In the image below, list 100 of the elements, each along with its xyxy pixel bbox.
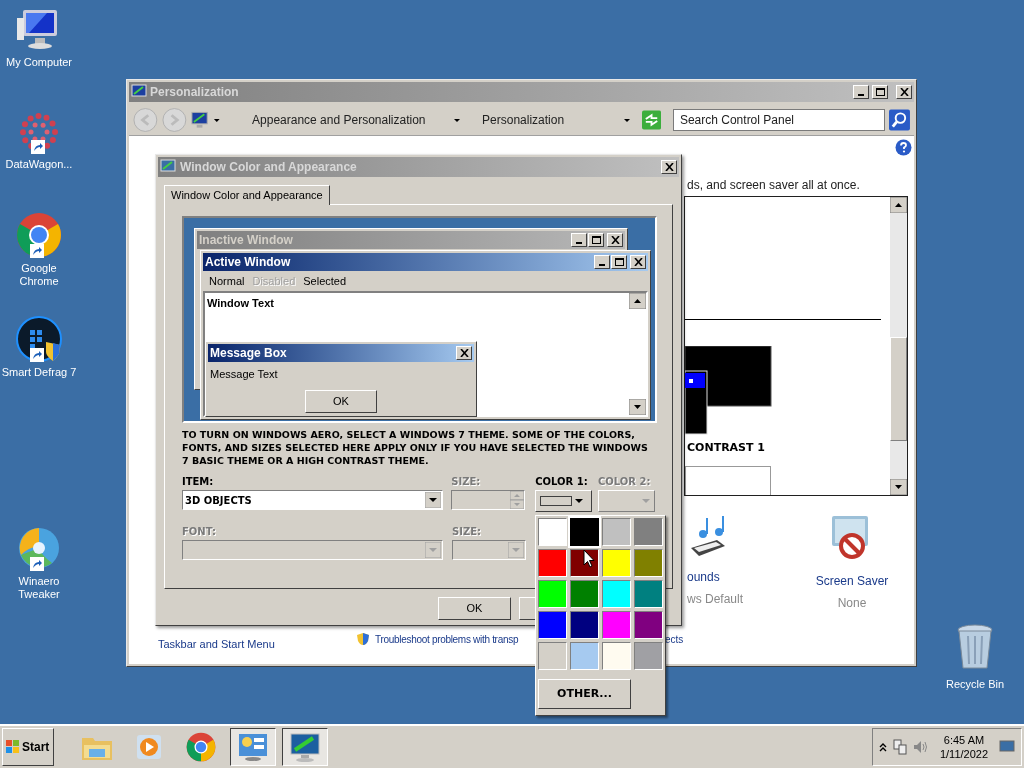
close-button[interactable] — [661, 160, 677, 174]
close-icon — [459, 349, 469, 357]
network-icon[interactable] — [892, 739, 908, 755]
color-swatch[interactable] — [602, 611, 631, 639]
color-swatch[interactable] — [634, 549, 663, 577]
troubleshoot-link[interactable]: ects — [665, 631, 684, 647]
field-label: COLOR 1: — [535, 475, 589, 489]
message-text: Message Text — [210, 367, 279, 382]
taskbar-app-button[interactable] — [230, 728, 276, 766]
ok-button[interactable]: OK — [305, 389, 377, 413]
color-swatch[interactable] — [538, 611, 567, 639]
color-swatch[interactable] — [602, 580, 631, 608]
color-swatch[interactable] — [602, 518, 631, 546]
font-dropdown[interactable] — [182, 540, 443, 560]
close-button[interactable] — [896, 85, 912, 99]
setting-link[interactable]: Screen Saver — [815, 572, 889, 590]
scroll-down-icon[interactable] — [890, 479, 907, 495]
color-swatch[interactable] — [570, 580, 599, 608]
window-title: Inactive Window — [199, 232, 294, 249]
control-panel-icon — [237, 732, 269, 762]
setting-value: ws Default — [687, 591, 744, 608]
color-swatch[interactable] — [634, 518, 663, 546]
monitor-icon — [190, 110, 208, 129]
play-icon — [134, 732, 164, 762]
color-swatch[interactable] — [538, 580, 567, 608]
close-icon — [899, 88, 909, 96]
desktop-icon-label[interactable]: Winaero Tweaker — [1, 575, 77, 601]
scroll-thumb[interactable] — [890, 337, 907, 441]
color-swatch[interactable] — [634, 580, 663, 608]
menu-item[interactable]: Selected — [300, 272, 350, 290]
scroll-up-icon[interactable] — [629, 293, 646, 309]
desktop-icon-label[interactable]: Google Chrome — [1, 262, 77, 288]
refresh-icon[interactable] — [642, 109, 662, 130]
maximize-button[interactable] — [872, 85, 888, 99]
maximize-icon — [614, 258, 624, 266]
menu-item[interactable]: Normal — [206, 272, 248, 290]
dropdown-arrow-icon — [508, 542, 524, 558]
scrollbar[interactable] — [890, 197, 907, 495]
close-button[interactable] — [456, 346, 472, 360]
setting-link[interactable]: ounds — [687, 568, 720, 586]
color-swatch[interactable] — [634, 642, 663, 670]
minimize-button[interactable] — [853, 85, 869, 99]
windows-logo-icon — [6, 740, 20, 754]
minimize-button[interactable] — [594, 255, 610, 269]
breadcrumb-link[interactable]: Personalization — [482, 110, 623, 129]
scroll-down-icon[interactable] — [629, 399, 646, 415]
close-button[interactable] — [630, 255, 646, 269]
color-swatch[interactable] — [538, 642, 567, 670]
window-title: Message Box — [210, 345, 288, 362]
color-swatch[interactable] — [634, 611, 663, 639]
desktop-icon-label[interactable]: Recycle Bin — [945, 676, 1005, 693]
maximize-icon — [591, 236, 601, 244]
scroll-up-icon[interactable] — [890, 197, 907, 213]
size-spinner[interactable] — [451, 490, 526, 510]
search-icon[interactable] — [889, 108, 910, 131]
clock-time: 6:45 AM — [943, 733, 985, 747]
show-desktop-icon[interactable] — [999, 740, 1015, 754]
item-dropdown[interactable]: 3D OBJECTS — [182, 490, 443, 510]
desktop-icon-label[interactable]: Smart Defrag 7 — [1, 366, 77, 379]
color-swatch[interactable] — [570, 518, 599, 546]
minimize-button[interactable] — [571, 233, 587, 247]
color-picker-button[interactable] — [535, 490, 593, 512]
color-swatch[interactable] — [538, 549, 567, 577]
desktop-icon-label[interactable]: My Computer — [1, 56, 77, 69]
window-title: Personalization — [150, 84, 240, 101]
maximize-button[interactable] — [588, 233, 604, 247]
caret-icon — [642, 498, 650, 504]
monitor-icon — [160, 159, 176, 175]
monitor-icon — [131, 84, 147, 100]
color-picker-button[interactable] — [598, 490, 655, 512]
color-swatch[interactable] — [602, 549, 631, 577]
taskbar-app-button[interactable] — [282, 728, 328, 766]
breadcrumb-link[interactable]: Appearance and Personalization — [252, 110, 453, 129]
taskbar-link[interactable]: Taskbar and Start Menu — [158, 636, 356, 653]
window-text: Window Text — [206, 296, 275, 311]
maximize-button[interactable] — [611, 255, 627, 269]
desktop-icon-label[interactable]: DataWagon... — [1, 158, 77, 171]
chevron-up-icon[interactable] — [879, 742, 887, 752]
recycle-bin-icon — [956, 624, 994, 670]
help-icon[interactable] — [895, 139, 912, 156]
monitor-icon — [289, 732, 321, 762]
close-button[interactable] — [607, 233, 623, 247]
field-label: SIZE: — [451, 475, 482, 489]
dialog-title: Window Color and Appearance — [180, 159, 358, 176]
ok-button[interactable]: OK — [438, 597, 511, 620]
dropdown-arrow-icon — [425, 492, 441, 508]
font-size-dropdown[interactable] — [452, 540, 526, 560]
color-swatch[interactable] — [570, 611, 599, 639]
other-colors-button[interactable]: OTHER... — [538, 679, 631, 709]
field-label: COLOR 2: — [598, 475, 652, 489]
color-swatch[interactable] — [602, 642, 631, 670]
dropdown-arrow-icon — [425, 542, 441, 558]
search-field[interactable]: Search Control Panel — [672, 108, 886, 131]
instructions-text: TO TURN ON WINDOWS AERO, SELECT A WINDOWS 7 THEME. SOME OF THE COLORS, FONTS, AND SIZES SELECTED HERE APPLY ONLY IF YOU HAVE SELECTED THE WINDOWS 7 BASIC THEME OR A HIGH CONTRAST THEME. — [182, 428, 649, 467]
color-swatch[interactable] — [570, 642, 599, 670]
description-text: ds, and screen saver all at once. — [687, 177, 861, 190]
tab[interactable]: Window Color and Appearance — [164, 185, 330, 205]
chrome-icon — [186, 732, 216, 762]
color-swatch[interactable] — [538, 518, 567, 546]
start-button[interactable]: Start — [2, 728, 54, 766]
